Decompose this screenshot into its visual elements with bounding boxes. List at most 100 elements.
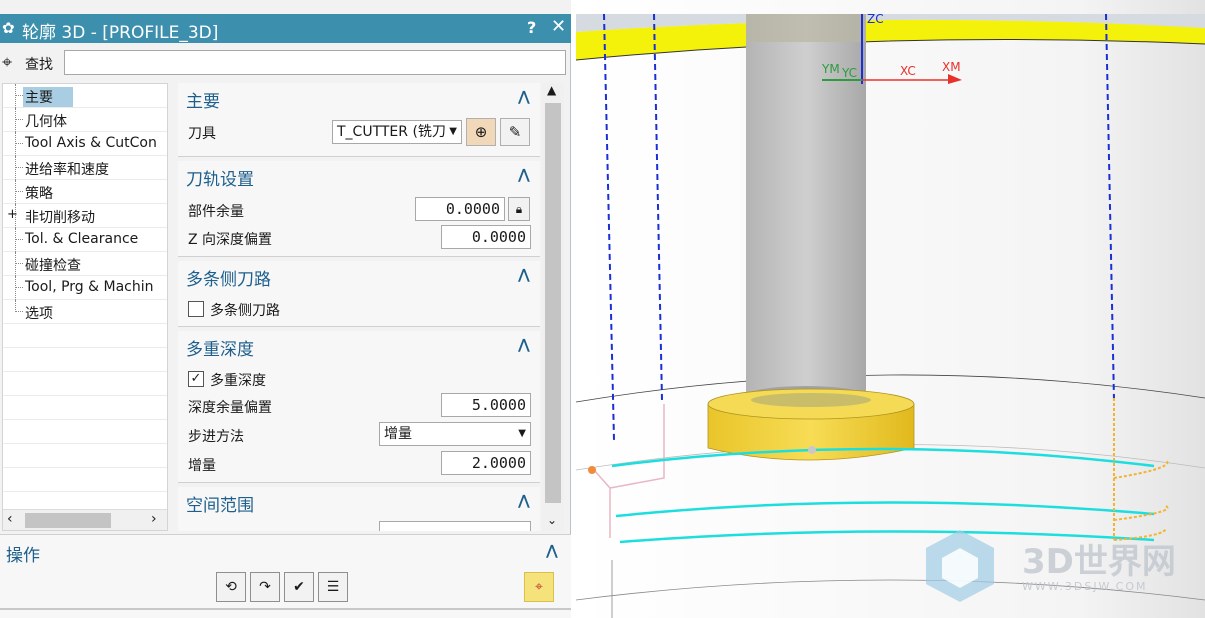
edit-tool-button[interactable]: ✎ [500, 118, 530, 146]
increment-field[interactable]: 2.0000 [441, 451, 531, 475]
tree-item-feeds-speeds[interactable]: 进给率和速度 [3, 156, 167, 180]
dialog-top-strip [0, 0, 571, 14]
tree-connector [15, 191, 23, 192]
replay-button[interactable]: ↷ [250, 572, 280, 602]
edit-tool-icon: ✎ [508, 123, 522, 141]
graphics-viewport[interactable]: ZC YM YC XC XM 3D世界网 WWW.3DSJW.COM [576, 0, 1205, 618]
section-toolpath-settings: 刀轨设置 ⋀ 部件余量 0.0000 🔒︎ Z 向深度偏置 0.0000 [178, 161, 540, 257]
collapse-caret-icon[interactable]: ⋀ [518, 167, 530, 183]
new-tool-button[interactable]: ⊕ [466, 118, 496, 146]
tree-connector [15, 167, 23, 168]
depth-stock-offset-label: 深度余量偏置 [188, 400, 272, 416]
tree-item-tool-program[interactable]: Tool, Prg & Machin [3, 276, 167, 300]
generate-button[interactable]: ⟲ [216, 572, 246, 602]
tree-connector [15, 239, 23, 240]
multi-depth-checkbox[interactable]: ✓ [188, 371, 204, 387]
lock-button[interactable]: 🔒︎ [508, 197, 530, 221]
section-multiple-depths: 多重深度 ⋀ ✓ 多重深度 深度余量偏置 5.0000 步进方法 增量 ▼ 增量… [178, 331, 540, 483]
multi-side-checkbox[interactable] [188, 301, 204, 317]
tree-item-main[interactable]: 主要 [3, 84, 167, 108]
tool-label: 刀具 [188, 126, 216, 142]
part-stock-label: 部件余量 [188, 204, 244, 220]
tree-item-tool-axis[interactable]: Tool Axis & CutCon [3, 132, 167, 156]
scroll-right-icon[interactable]: › [151, 511, 157, 527]
close-button[interactable]: ✕ [551, 16, 566, 37]
tree-item-non-cutting[interactable]: + 非切削移动 [3, 204, 167, 228]
tree-empty-row [3, 420, 167, 444]
scroll-up-icon[interactable]: ▲ [547, 83, 556, 97]
cutter-hub [751, 393, 871, 407]
step-method-select[interactable]: 增量 ▼ [379, 422, 531, 446]
collapse-caret-icon[interactable]: ⋀ [518, 89, 530, 105]
tree-empty-row [3, 396, 167, 420]
tree-line [15, 252, 16, 276]
tree-line [15, 180, 16, 204]
scroll-thumb[interactable] [25, 513, 111, 528]
tree-item-label: 进给率和速度 [25, 162, 109, 178]
tree-item-strategy[interactable]: 策略 [3, 180, 167, 204]
depth-stock-offset-field[interactable]: 5.0000 [441, 393, 531, 417]
replay-icon: ↷ [259, 579, 271, 595]
actions-title: 操作 [6, 546, 40, 566]
section-spatial-range: 空间范围 ⋀ [178, 487, 540, 531]
verify-button[interactable]: ✔ [284, 572, 314, 602]
collapse-caret-icon[interactable]: ⋀ [518, 337, 530, 353]
find-row: ⌖ 查找 [0, 48, 571, 80]
axis-label-xc: XC [900, 64, 916, 78]
display-toolpath-button[interactable]: ⌖ [524, 572, 554, 602]
tree-item-label: 选项 [25, 306, 53, 322]
axis-label-yc: YC [842, 66, 858, 80]
scroll-down-icon[interactable]: ⌄ [547, 513, 557, 527]
dialog-title: 轮廓 3D - [PROFILE_3D] [22, 23, 219, 43]
start-point [588, 466, 596, 474]
tool-select[interactable]: T_CUTTER (铣刀 ▼ [332, 120, 462, 144]
tree-item-tolerance[interactable]: Tol. & Clearance [3, 228, 167, 252]
page-tree: 主要 几何体 Tool Axis & CutCon 进给率和速度 策略 + 非切… [2, 83, 168, 531]
tree-empty-row [3, 372, 167, 396]
generate-icon: ⟲ [225, 579, 237, 595]
panel-vertical-scrollbar[interactable]: ▲ ⌄ [542, 83, 564, 531]
find-input[interactable] [64, 50, 566, 75]
step-method-value: 增量 [384, 426, 412, 442]
tree-line [15, 228, 16, 252]
help-button[interactable]: ? [527, 18, 536, 37]
tree-item-options[interactable]: 选项 [3, 300, 167, 324]
tree-connector [15, 143, 23, 144]
tree-empty-row [3, 348, 167, 372]
find-label: 查找 [25, 57, 53, 73]
z-depth-offset-label: Z 向深度偏置 [188, 232, 273, 248]
tree-horizontal-scrollbar[interactable]: ‹ › [3, 509, 167, 530]
part-stock-field[interactable]: 0.0000 [415, 197, 505, 221]
section-title: 多条侧刀路 [186, 270, 271, 290]
increment-label: 增量 [188, 458, 216, 474]
tool-select-value: T_CUTTER (铣刀 [337, 124, 446, 140]
expand-plus-icon[interactable]: + [7, 207, 18, 222]
tree-item-geometry[interactable]: 几何体 [3, 108, 167, 132]
tree-item-label: 非切削移动 [25, 210, 95, 226]
gear-icon: ✿ [2, 19, 15, 37]
divider [0, 608, 571, 610]
part-wall [576, 0, 1205, 618]
spatial-range-select[interactable] [379, 521, 531, 531]
scroll-thumb[interactable] [545, 103, 561, 503]
tree-line [15, 156, 16, 180]
watermark-title: 3D世界网 [1022, 542, 1176, 582]
scroll-left-icon[interactable]: ‹ [7, 511, 13, 527]
lock-icon: 🔒︎ [515, 202, 523, 216]
section-main: 主要 ⋀ 刀具 T_CUTTER (铣刀 ▼ ⊕ ✎ [178, 83, 540, 157]
dropdown-arrow-icon: ▼ [518, 428, 526, 439]
tree-item-collision[interactable]: 碰撞检查 [3, 252, 167, 276]
collapse-caret-icon[interactable]: ⋀ [546, 543, 558, 559]
collapse-caret-icon[interactable]: ⋀ [518, 267, 530, 283]
dialog-titlebar[interactable]: ✿ 轮廓 3D - [PROFILE_3D] ? ✕ [0, 14, 571, 43]
section-multiple-side-passes: 多条侧刀路 ⋀ 多条侧刀路 [178, 261, 540, 327]
viewport-scene [576, 0, 1205, 618]
watermark-cube-icon [926, 530, 994, 602]
collapse-caret-icon[interactable]: ⋀ [518, 493, 530, 509]
list-button[interactable]: ☰ [318, 572, 348, 602]
z-depth-offset-field[interactable]: 0.0000 [441, 225, 531, 249]
actions-section: 操作 ⋀ ⟲ ↷ ✔ ☰ ⌖ [0, 534, 571, 618]
tree-item-label: Tol. & Clearance [25, 231, 139, 247]
tree-item-label: 碰撞检查 [25, 258, 81, 274]
tree-empty-row [3, 444, 167, 468]
